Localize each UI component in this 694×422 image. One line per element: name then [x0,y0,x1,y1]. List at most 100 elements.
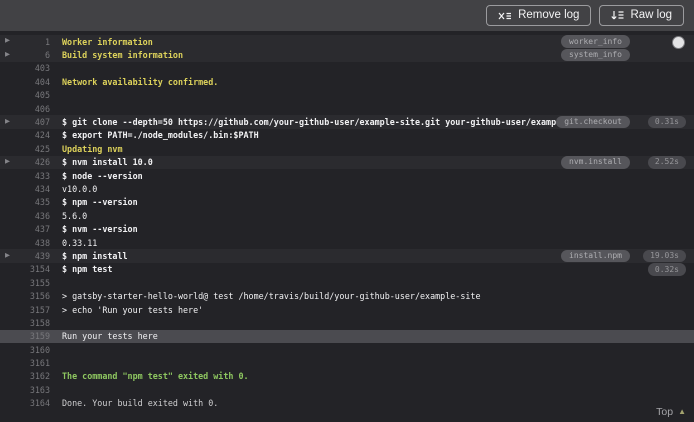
log-line: ▶ 425 Updating nvm [0,142,694,155]
duration-badge: 0.32s [647,263,686,276]
log-line: ▶ 404 Network availability confirmed. [0,75,694,88]
duration-badge: 0.31s [647,115,686,129]
line-text: > echo 'Run your tests here' [62,304,204,315]
line-number[interactable]: 3164 [18,398,50,408]
log-line: ▶ 426 $ nvm install 10.0 nvm.install 2.5… [0,155,694,169]
line-number[interactable]: 3163 [18,385,50,395]
log-line: ▶ 3163 [0,383,694,396]
fold-arrow-icon[interactable]: ▶ [0,118,18,126]
remove-log-button[interactable]: Remove log [486,4,592,27]
line-number[interactable]: 433 [18,171,50,181]
line-number[interactable]: 3162 [18,371,50,381]
line-text: $ npm install [62,250,128,261]
duration-badge: 19.03s [643,249,686,263]
line-number[interactable]: 404 [18,77,50,87]
line-number[interactable]: 406 [18,104,50,114]
remove-log-icon [498,11,512,21]
log-line: ▶ 3156 > gatsby-starter-hello-world@ tes… [0,289,694,302]
line-text: $ export PATH=./node_modules/.bin:$PATH [62,130,259,141]
line-text: 5.6.0 [62,210,88,221]
chevron-up-icon: ▲ [678,407,686,416]
log-line: ▶ 403 [0,62,694,75]
line-text: $ nvm --version [62,224,138,235]
line-text: v10.0.0 [62,183,98,194]
line-number[interactable]: 405 [18,90,50,100]
line-number[interactable]: 436 [18,211,50,221]
log-line: ▶ 407 $ git clone --depth=50 https://git… [0,115,694,129]
fold-name-badge: git.checkout [556,115,630,129]
log-line: ▶ 435 $ npm --version [0,196,694,209]
log-line: ▶ 424 $ export PATH=./node_modules/.bin:… [0,129,694,142]
line-number[interactable]: 426 [18,157,50,167]
line-text: $ node --version [62,170,143,181]
line-text: $ git clone --depth=50 https://github.co… [62,117,557,128]
line-text: $ nvm install 10.0 [62,157,153,168]
remove-log-label: Remove log [518,8,580,21]
line-number[interactable]: 1 [18,37,50,47]
line-number[interactable]: 424 [18,130,50,140]
log-line: ▶ 438 0.33.11 [0,236,694,249]
log-line: ▶ 3159 Run your tests here [0,329,694,343]
scrollbar-thumb[interactable] [672,36,685,49]
fold-name-badge: worker_info [561,35,630,48]
log-toolbar: Remove log Raw log [0,0,694,31]
log-line: ▶ 3155 [0,276,694,289]
scroll-to-top-link[interactable]: Top ▲ [656,406,686,418]
line-number[interactable]: 407 [18,117,50,127]
line-number[interactable]: 425 [18,144,50,154]
log-line: ▶ 439 $ npm install install.npm 19.03s [0,249,694,263]
log-line: ▶ 405 [0,89,694,102]
line-number[interactable]: 3158 [18,318,50,328]
fold-name-badge: install.npm [561,249,630,263]
line-number[interactable]: 437 [18,224,50,234]
fold-name-badge: nvm.install [561,155,630,169]
log-line: ▶ 3154 $ npm test 0.32s [0,263,694,276]
log-lines: ▶ 1 Worker information worker_info ▶ 6 B… [0,35,694,410]
line-number[interactable]: 434 [18,184,50,194]
line-number[interactable]: 3159 [18,331,50,341]
line-text: Done. Your build exited with 0. [62,398,219,409]
line-number[interactable]: 6 [18,50,50,60]
log-line: ▶ 437 $ nvm --version [0,222,694,235]
fold-arrow-icon[interactable]: ▶ [0,51,18,59]
log-line: ▶ 3158 [0,316,694,329]
log-line: ▶ 3160 [0,343,694,356]
line-text: Network availability confirmed. [62,76,219,87]
log-line: ▶ 1 Worker information worker_info [0,35,694,49]
line-text: 0.33.11 [62,237,98,248]
line-text: $ npm test [62,264,113,275]
fold-arrow-icon[interactable]: ▶ [0,252,18,260]
fold-arrow-icon[interactable]: ▶ [0,38,18,45]
line-number[interactable]: 3161 [18,358,50,368]
line-number[interactable]: 435 [18,197,50,207]
line-text: Updating nvm [62,143,123,154]
line-number[interactable]: 403 [18,63,50,73]
log-line: ▶ 3164 Done. Your build exited with 0. [0,397,694,410]
line-text: Run your tests here [62,331,158,342]
log-line: ▶ 433 $ node --version [0,169,694,182]
line-text: The command "npm test" exited with 0. [62,371,249,382]
log-line: ▶ 406 [0,102,694,115]
log-line: ▶ 3162 The command "npm test" exited wit… [0,370,694,383]
log-line: ▶ 434 v10.0.0 [0,182,694,195]
log-panel: ▶ 1 Worker information worker_info ▶ 6 B… [0,31,694,422]
raw-log-icon [611,10,624,21]
line-number[interactable]: 439 [18,251,50,261]
fold-arrow-icon[interactable]: ▶ [0,158,18,166]
line-number[interactable]: 3157 [18,305,50,315]
line-number[interactable]: 3154 [18,264,50,274]
fold-name-badge: system_info [561,48,630,62]
log-line: ▶ 6 Build system information system_info [0,48,694,62]
duration-badge: 2.52s [647,155,686,169]
line-number[interactable]: 3155 [18,278,50,288]
top-link-label: Top [656,406,674,418]
line-number[interactable]: 3156 [18,291,50,301]
raw-log-label: Raw log [630,8,672,21]
build-log-view: Remove log Raw log ▶ 1 Worker informatio… [0,0,694,422]
line-number[interactable]: 438 [18,238,50,248]
raw-log-button[interactable]: Raw log [599,4,684,27]
line-text: $ npm --version [62,197,138,208]
log-line: ▶ 3161 [0,356,694,369]
line-text: > gatsby-starter-hello-world@ test /home… [62,291,481,302]
line-number[interactable]: 3160 [18,345,50,355]
